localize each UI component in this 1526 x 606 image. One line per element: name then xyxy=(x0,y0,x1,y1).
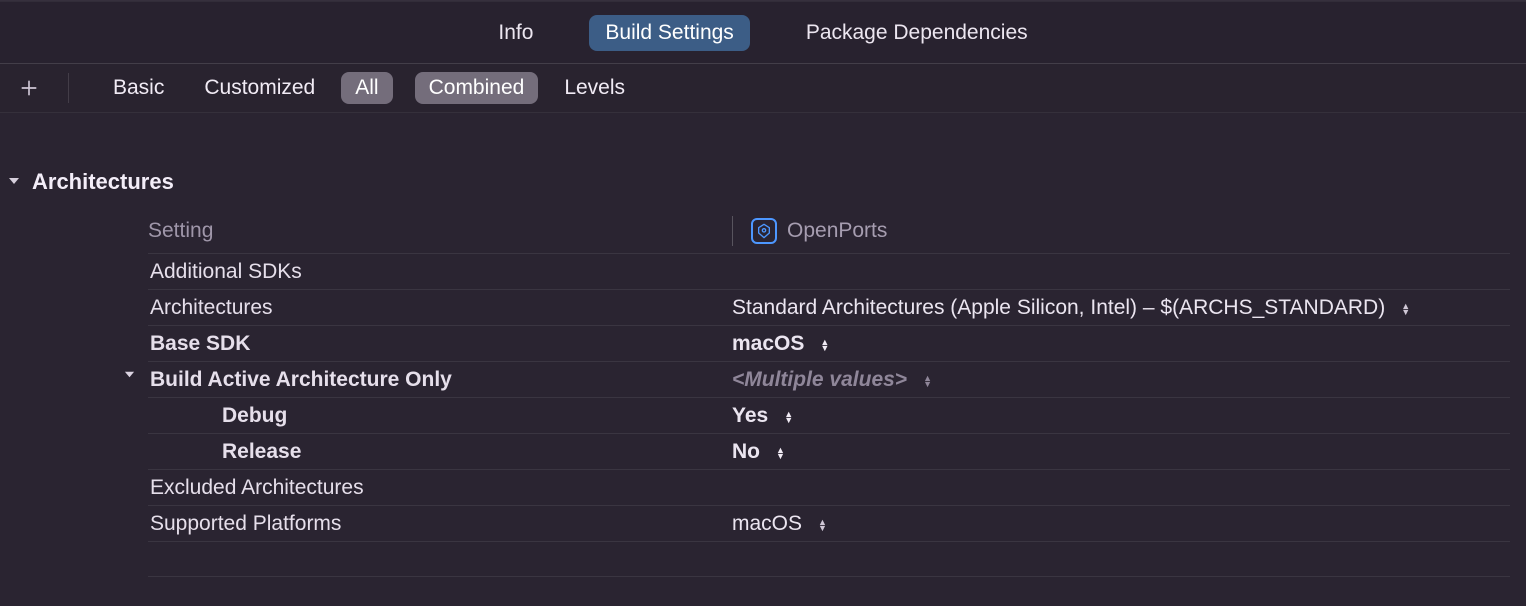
add-build-setting-button[interactable] xyxy=(14,73,44,103)
filter-levels[interactable]: Levels xyxy=(550,72,639,104)
project-tabs: Info Build Settings Package Dependencies xyxy=(0,1,1526,63)
setting-row-additional-sdks[interactable]: Additional SDKs xyxy=(148,253,1510,289)
setting-row-debug[interactable]: Debug Yes ▲▼ xyxy=(148,397,1510,433)
setting-value-text: <Multiple values> xyxy=(732,368,907,392)
setting-value[interactable]: <Multiple values> ▲▼ xyxy=(728,368,1510,392)
settings-table: Setting OpenPorts Additional SDKs Archit… xyxy=(148,209,1510,577)
tab-package-dependencies[interactable]: Package Dependencies xyxy=(790,15,1044,51)
setting-value-text: Yes xyxy=(732,404,768,428)
column-divider xyxy=(732,216,733,246)
setting-value[interactable]: macOS ▲▼ xyxy=(728,332,1510,356)
setting-row-base-sdk[interactable]: Base SDK macOS ▲▼ xyxy=(148,325,1510,361)
popup-indicator-icon: ▲▼ xyxy=(818,519,827,531)
setting-label: Base SDK xyxy=(148,332,728,356)
table-footer-spacer xyxy=(148,541,1510,577)
setting-value-text: macOS xyxy=(732,512,802,536)
filter-all[interactable]: All xyxy=(341,72,392,104)
popup-indicator-icon: ▲▼ xyxy=(820,339,829,351)
setting-value[interactable]: Yes ▲▼ xyxy=(728,404,1510,428)
setting-value-text: Standard Architectures (Apple Silicon, I… xyxy=(732,296,1385,320)
divider xyxy=(68,73,69,103)
setting-label: Release xyxy=(148,440,728,464)
popup-indicator-icon: ▲▼ xyxy=(1401,303,1410,315)
chevron-down-icon[interactable] xyxy=(124,368,135,383)
build-settings-filter-bar: Basic Customized All Combined Levels xyxy=(0,63,1526,113)
app-icon xyxy=(751,218,777,244)
setting-value-text: macOS xyxy=(732,332,804,356)
filter-basic[interactable]: Basic xyxy=(99,72,178,104)
setting-value[interactable]: No ▲▼ xyxy=(728,440,1510,464)
setting-row-build-active-arch-only[interactable]: Build Active Architecture Only <Multiple… xyxy=(148,361,1510,397)
setting-label: Architectures xyxy=(148,296,728,320)
setting-row-excluded-architectures[interactable]: Excluded Architectures xyxy=(148,469,1510,505)
setting-value[interactable]: macOS ▲▼ xyxy=(728,512,1510,536)
tab-build-settings[interactable]: Build Settings xyxy=(589,15,749,51)
setting-row-architectures[interactable]: Architectures Standard Architectures (Ap… xyxy=(148,289,1510,325)
chevron-down-icon[interactable] xyxy=(4,174,24,190)
view-segmented-control: Combined Levels xyxy=(415,72,639,104)
setting-value[interactable]: Standard Architectures (Apple Silicon, I… xyxy=(728,296,1510,320)
column-header-target[interactable]: OpenPorts xyxy=(728,216,1510,246)
target-name: OpenPorts xyxy=(787,219,887,243)
column-header-setting[interactable]: Setting xyxy=(148,219,728,243)
setting-label: Debug xyxy=(148,404,728,428)
popup-indicator-icon: ▲▼ xyxy=(784,411,793,423)
setting-value-text: No xyxy=(732,440,760,464)
popup-indicator-icon: ▲▼ xyxy=(923,375,932,387)
setting-label: Excluded Architectures xyxy=(148,476,728,500)
filter-combined[interactable]: Combined xyxy=(415,72,539,104)
filter-customized[interactable]: Customized xyxy=(190,72,329,104)
setting-row-supported-platforms[interactable]: Supported Platforms macOS ▲▼ xyxy=(148,505,1510,541)
setting-label: Additional SDKs xyxy=(148,260,728,284)
section-title: Architectures xyxy=(32,169,174,195)
scope-segmented-control: Basic Customized All xyxy=(99,72,393,104)
setting-label: Supported Platforms xyxy=(148,512,728,536)
tab-info[interactable]: Info xyxy=(482,15,549,51)
setting-row-release[interactable]: Release No ▲▼ xyxy=(148,433,1510,469)
popup-indicator-icon: ▲▼ xyxy=(776,447,785,459)
setting-label: Build Active Architecture Only xyxy=(148,368,728,392)
table-header-row: Setting OpenPorts xyxy=(148,209,1510,253)
section-architectures: Architectures Setting OpenPorts Addition… xyxy=(0,113,1526,577)
